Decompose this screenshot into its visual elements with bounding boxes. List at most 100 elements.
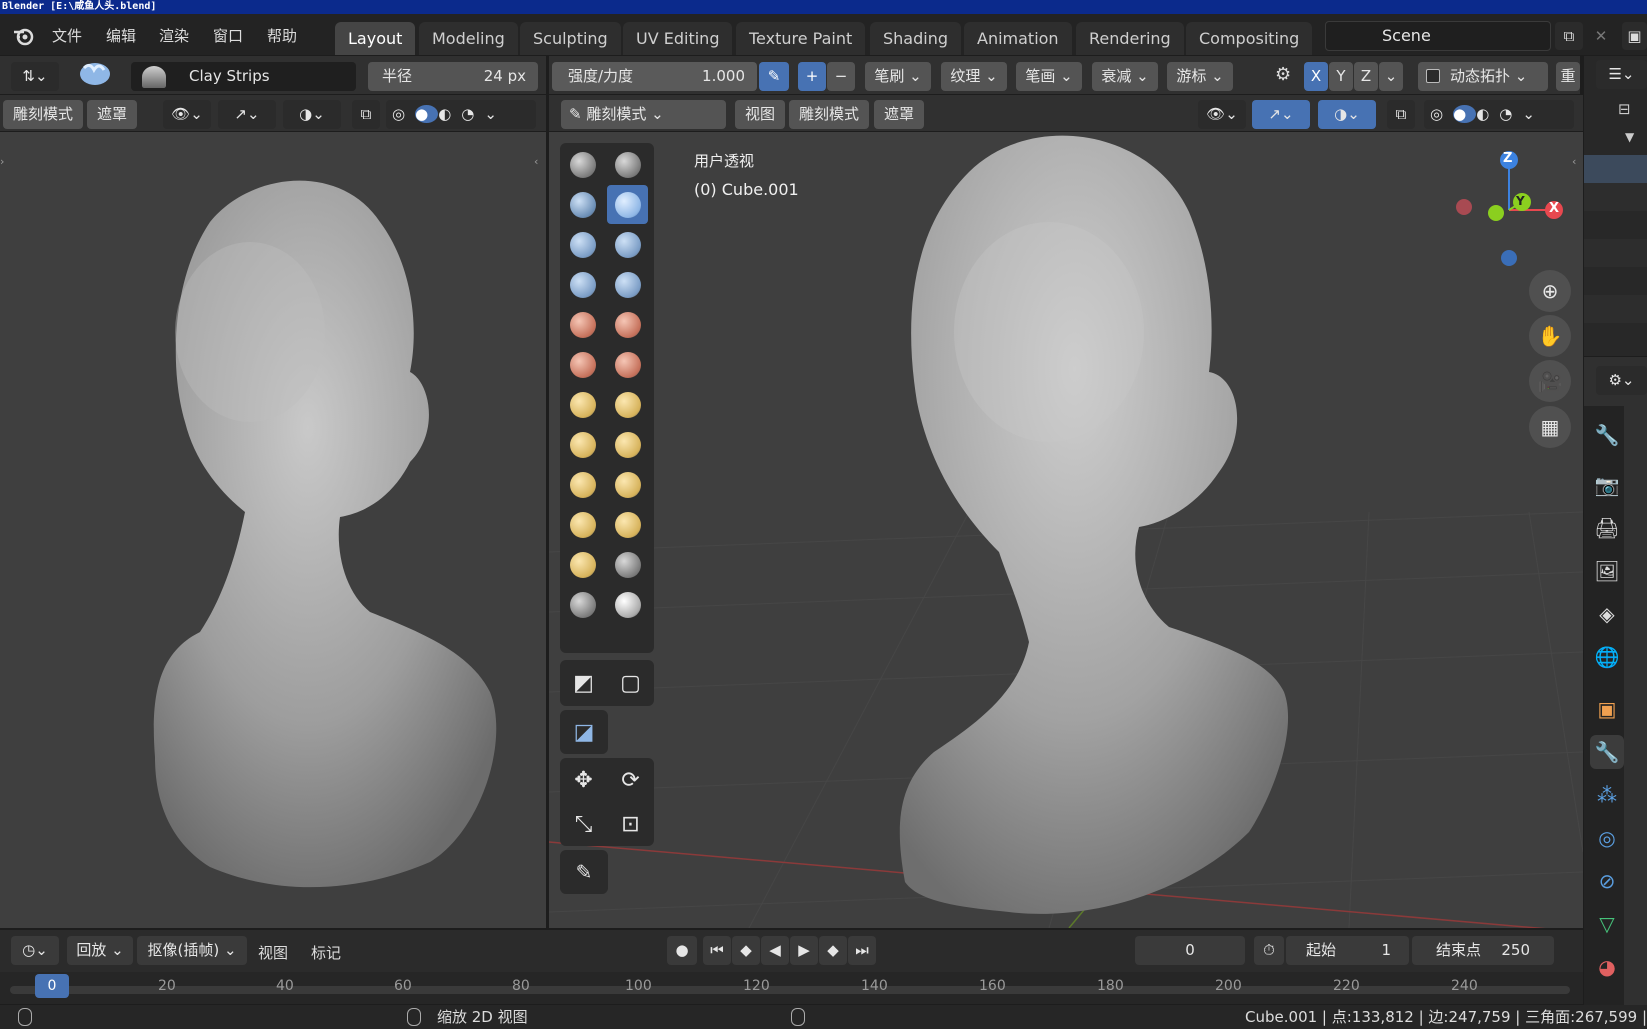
direction-subtract-button[interactable]: − (827, 62, 855, 91)
main-visibility-icon[interactable]: 👁⌄ (1198, 100, 1246, 129)
auto-key-button[interactable]: ● (667, 936, 697, 965)
blob-tool-icon[interactable] (607, 265, 648, 304)
main-gizmo-icon[interactable]: ↗⌄ (1252, 100, 1310, 129)
pinch-tool-icon[interactable] (562, 425, 603, 464)
left-sidebar-toggle-icon[interactable]: › (0, 155, 4, 168)
pan-view-icon[interactable]: ✋ (1529, 315, 1571, 357)
outliner-collapse-icon[interactable]: ▼ (1625, 130, 1634, 144)
output-props-icon[interactable]: 🖨 (1590, 511, 1624, 545)
stroke-menu[interactable]: 笔画 ⌄ (1016, 62, 1082, 91)
mask-tool-icon[interactable]: ◩ (573, 671, 594, 696)
left-xray-icon[interactable]: ⧉ (352, 100, 380, 129)
prev-keyframe-button[interactable]: ◆ (732, 936, 760, 965)
play-button[interactable]: ▶ (790, 936, 818, 965)
main-overlay-icon[interactable]: ◑⌄ (1318, 100, 1376, 129)
box-mask-tool-icon[interactable]: ▢ (620, 671, 641, 696)
main-sculpt-menu[interactable]: 雕刻模式 (789, 100, 869, 129)
jump-start-button[interactable]: ⏮ (703, 936, 731, 965)
properties-editor-type-button[interactable]: ⚙⌄ (1596, 366, 1647, 395)
timeline-view-menu[interactable]: 视图 (258, 942, 288, 963)
scene-name-field[interactable]: Scene (1325, 21, 1551, 51)
menu-edit[interactable]: 编辑 (106, 14, 136, 55)
data-props-icon[interactable]: ▽ (1590, 907, 1624, 941)
zoom-view-icon[interactable]: ⊕ (1529, 270, 1571, 312)
move-tool-icon[interactable]: ✥ (574, 768, 592, 793)
left-nregion-toggle-icon[interactable]: ‹ (534, 155, 538, 168)
world-props-icon[interactable]: 🌐 (1590, 640, 1624, 674)
brush-menu[interactable]: 笔刷 ⌄ (865, 62, 931, 91)
left-gizmo-icon[interactable]: ↗⌄ (218, 100, 276, 129)
end-frame-field[interactable]: 结束点 250 (1412, 936, 1554, 965)
dyntopo-toggle[interactable]: 动态拓扑 ⌄ (1418, 62, 1548, 91)
dyntopo-checkbox[interactable] (1426, 69, 1440, 83)
main-nregion-toggle-icon[interactable]: ‹ (1572, 155, 1576, 168)
main-mask-menu[interactable]: 遮罩 (874, 100, 924, 129)
box-hide-tool-icon[interactable]: ◪ (574, 720, 595, 745)
radius-field[interactable]: 半径 24 px (368, 62, 538, 91)
clay-strips-tool-icon[interactable] (607, 185, 648, 224)
slide-relax-tool-icon[interactable] (562, 585, 603, 624)
tab-animation[interactable]: Animation (964, 22, 1072, 55)
multiplane-scrape-tool-icon[interactable] (607, 385, 648, 424)
tab-sculpting[interactable]: Sculpting (520, 22, 621, 55)
physics-props-icon[interactable]: ◎ (1590, 821, 1624, 855)
annotate-tool-icon[interactable]: ✎ (576, 860, 593, 884)
thumb-tool-icon[interactable] (562, 505, 603, 544)
object-props-icon[interactable]: ▣ (1590, 692, 1624, 726)
main-xray-icon[interactable]: ⧉ (1387, 100, 1415, 129)
particles-props-icon[interactable]: ⁂ (1590, 778, 1624, 812)
nudge-tool-icon[interactable] (562, 545, 603, 584)
jump-end-button[interactable]: ⏭ (848, 936, 876, 965)
main-mode-selector[interactable]: ✎ 雕刻模式 ⌄ (561, 100, 726, 129)
render-props-icon[interactable]: 📷 (1590, 468, 1624, 502)
outliner-row[interactable] (1584, 183, 1647, 211)
scene-props-icon[interactable]: ◈ (1590, 597, 1624, 631)
main-shading-modes[interactable]: ◎●◐◔⌄ (1424, 100, 1574, 129)
clay-thumb-tool-icon[interactable] (562, 225, 603, 264)
remesh-menu[interactable]: 重 (1556, 62, 1580, 91)
rotate-brush-tool-icon[interactable] (607, 545, 648, 584)
flatten-tool-icon[interactable] (562, 345, 603, 384)
snake-hook-tool-icon[interactable] (607, 465, 648, 504)
tool-settings-icon[interactable]: 🔧 (1590, 418, 1624, 452)
left-visibility-icon[interactable]: 👁⌄ (163, 100, 211, 129)
pose-tool-icon[interactable] (607, 505, 648, 544)
menu-render[interactable]: 渲染 (159, 14, 189, 55)
smooth-tool-icon[interactable] (607, 305, 648, 344)
modifier-props-icon[interactable]: 🔧 (1590, 735, 1624, 769)
texture-menu[interactable]: 纹理 ⌄ (941, 62, 1007, 91)
outliner-row-selected[interactable] (1584, 155, 1647, 183)
view-layer-props-icon[interactable]: 🖼 (1590, 554, 1624, 588)
symmetry-options-button[interactable]: ⌄ (1379, 62, 1403, 91)
symmetry-x-toggle[interactable]: X (1304, 62, 1328, 91)
outliner-filter-icon[interactable]: ⊟ (1618, 100, 1631, 118)
layer-tool-icon[interactable] (607, 225, 648, 264)
strength-field[interactable]: 强度/力度 1.000 (552, 62, 757, 91)
menu-window[interactable]: 窗口 (213, 14, 243, 55)
left-mode-button[interactable]: 雕刻模式 (3, 100, 83, 129)
start-frame-field[interactable]: 起始 1 (1286, 936, 1409, 965)
play-reverse-button[interactable]: ◀ (761, 936, 789, 965)
outliner-row[interactable] (1584, 295, 1647, 323)
fill-tool-icon[interactable] (607, 345, 648, 384)
left-mask-menu[interactable]: 遮罩 (87, 100, 137, 129)
current-frame-field[interactable]: 0 (1135, 936, 1245, 965)
left-viewport[interactable] (0, 132, 546, 928)
outliner-editor-type-button[interactable]: ☰⌄ (1596, 60, 1647, 89)
tab-uv-editing[interactable]: UV Editing (623, 22, 733, 55)
draw-sharp-tool-icon[interactable] (607, 145, 648, 184)
left-overlay-icon[interactable]: ◑⌄ (283, 100, 341, 129)
left-shading-modes[interactable]: ◎●◐◔⌄ (386, 100, 536, 129)
elastic-deform-tool-icon[interactable] (562, 465, 603, 504)
playhead[interactable]: 0 (35, 974, 69, 998)
crease-tool-icon[interactable] (562, 305, 603, 344)
rotate-tool-icon[interactable]: ⟳ (621, 768, 639, 793)
keying-menu[interactable]: 抠像(插帧) ⌄ (137, 936, 247, 965)
symmetry-z-toggle[interactable]: Z (1354, 62, 1378, 91)
menu-file[interactable]: 文件 (52, 14, 82, 55)
brush-preview-icon[interactable] (78, 58, 112, 88)
scrape-tool-icon[interactable] (562, 385, 603, 424)
outliner-row[interactable] (1584, 239, 1647, 267)
main-view-menu[interactable]: 视图 (735, 100, 785, 129)
ortho-persp-toggle-icon[interactable]: ▦ (1529, 406, 1571, 448)
